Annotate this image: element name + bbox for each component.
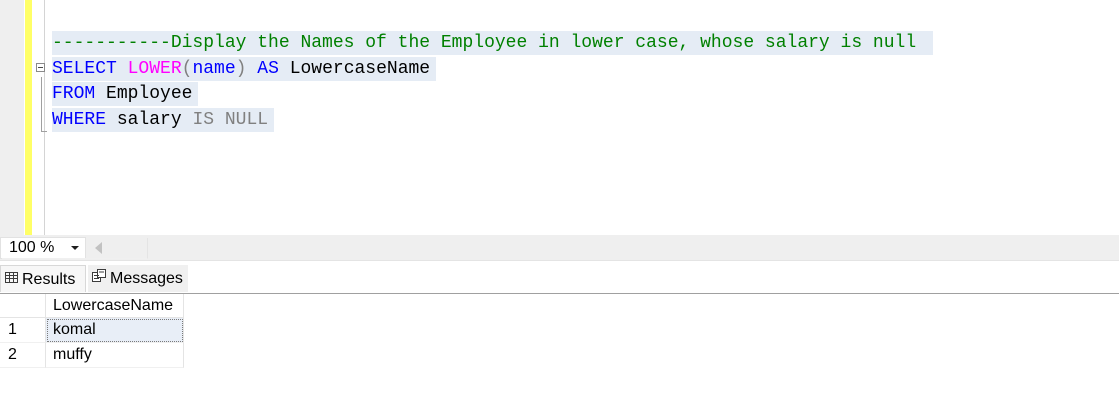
code-token: LowercaseName	[289, 59, 431, 79]
code-line-4[interactable]: WHERE salary IS NULL	[52, 108, 275, 132]
code-token: )	[235, 59, 258, 79]
code-token: SELECT	[52, 59, 128, 79]
tab-results[interactable]: Results	[0, 265, 86, 292]
chevron-down-icon[interactable]	[71, 246, 79, 250]
outline-guide-end	[41, 131, 47, 132]
editor-gutter	[0, 0, 24, 235]
messages-icon	[92, 264, 106, 291]
results-tabs: Results Messages	[0, 262, 1119, 293]
editor-margin-line	[44, 0, 45, 235]
code-token: -----------Display the Names of the Empl…	[52, 33, 927, 53]
code-token: (	[181, 59, 193, 79]
tab-messages-label: Messages	[110, 270, 183, 287]
zoom-dropdown[interactable]: 100 %	[0, 237, 148, 259]
results-grid[interactable]: LowercaseName 1 komal 2 muffy	[0, 294, 1119, 419]
code-token: Employee	[106, 84, 193, 104]
row-number[interactable]: 2	[0, 343, 46, 368]
code-token: IS NULL	[192, 110, 269, 130]
tab-messages[interactable]: Messages	[88, 265, 188, 292]
grid-cell[interactable]: komal	[46, 318, 184, 343]
tab-results-label: Results	[22, 271, 76, 288]
code-token: WHERE	[52, 110, 117, 130]
grid-icon	[5, 265, 18, 292]
query-editor[interactable]: -----------Display the Names of the Empl…	[0, 0, 1119, 235]
code-token: FROM	[52, 84, 107, 104]
column-header-lowercasename[interactable]: LowercaseName	[46, 294, 184, 318]
code-line-2[interactable]: SELECT LOWER(name) AS LowercaseName	[52, 57, 437, 81]
code-token: LOWER	[127, 59, 182, 79]
change-marker-bar	[25, 0, 32, 235]
code-line-1[interactable]: -----------Display the Names of the Empl…	[52, 31, 933, 55]
code-token: name	[192, 59, 236, 79]
row-number[interactable]: 1	[0, 318, 46, 343]
code-token: AS	[257, 59, 290, 79]
code-token: salary	[116, 110, 193, 130]
code-line-3[interactable]: FROM Employee	[52, 82, 199, 106]
grid-cell[interactable]: muffy	[46, 343, 184, 368]
scroll-left-arrow-icon[interactable]	[95, 242, 102, 254]
collapse-minus-icon[interactable]	[36, 63, 45, 72]
zoom-bar: 100 %	[0, 235, 1119, 261]
outline-guide	[41, 77, 42, 132]
grid-corner[interactable]	[0, 294, 46, 318]
